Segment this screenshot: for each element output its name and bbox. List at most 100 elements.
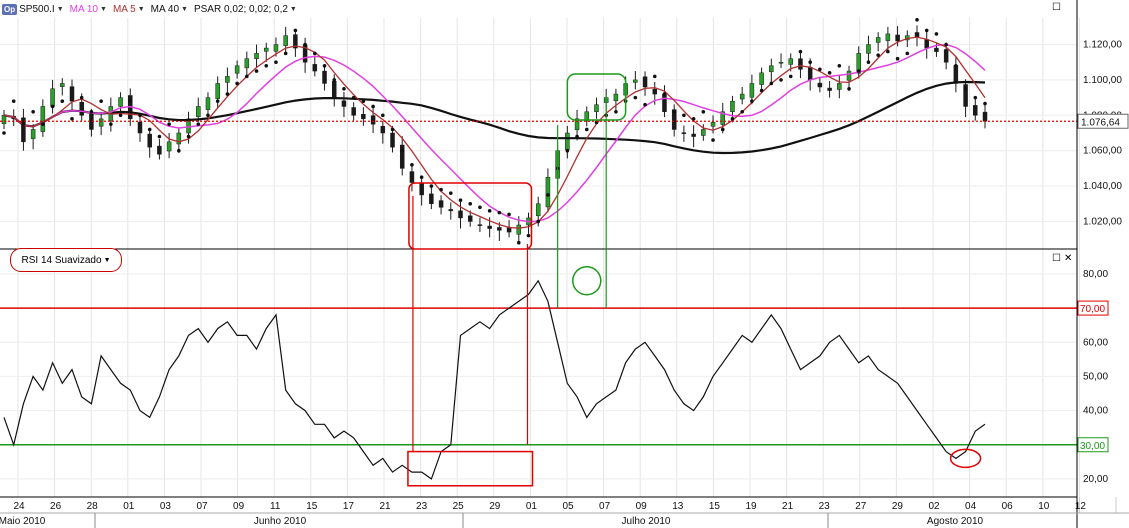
candle-body	[30, 129, 36, 139]
x-tick-label: 26	[50, 501, 62, 512]
psar-dot	[400, 148, 405, 153]
psar-dot	[565, 148, 570, 153]
candle-body	[788, 58, 793, 65]
psar-dot	[303, 42, 307, 47]
x-tick-label: 21	[379, 501, 391, 512]
close-icon[interactable]: ✕	[1064, 253, 1072, 264]
psar-dot	[283, 51, 288, 56]
psar-dot	[769, 81, 774, 86]
candle-body	[924, 39, 929, 49]
ma40-indicator[interactable]: MA 40 ▼	[151, 4, 188, 15]
month-label: Agosto 2010	[927, 516, 984, 527]
candle-body	[273, 44, 279, 52]
candle-body	[283, 35, 288, 46]
symbol-selector[interactable]: SP500.I ▼	[19, 4, 64, 15]
psar-dot	[322, 63, 327, 68]
psar-dot	[643, 102, 647, 107]
candle-body	[565, 132, 570, 150]
candle-body	[69, 86, 75, 102]
psar-dot	[827, 71, 832, 75]
psar-dot	[507, 212, 511, 217]
x-tick-label: 15	[306, 501, 318, 512]
psar-dot	[818, 67, 822, 72]
maximize-icon[interactable]: ☐	[1052, 253, 1061, 264]
psar-dot	[934, 32, 939, 36]
rsi-label: RSI 14 Suavizado	[21, 254, 102, 266]
candle-body	[759, 72, 764, 85]
psar-dot	[21, 122, 26, 126]
psar-dot	[886, 49, 890, 54]
candle-body	[477, 224, 483, 226]
y-tick-label: 1.020,00	[1083, 216, 1122, 227]
caret-down-icon: ▼	[56, 5, 64, 13]
candle-body	[438, 200, 444, 208]
candle-body	[817, 82, 823, 88]
candle-body	[701, 129, 706, 136]
psar-dot	[60, 99, 65, 103]
rsi-y-tick-label: 20,00	[1083, 474, 1108, 485]
x-tick-label: 17	[343, 501, 355, 512]
psar-dot	[837, 63, 842, 68]
psar-dot	[730, 117, 735, 121]
psar-dot	[41, 122, 45, 126]
candle-body	[866, 44, 871, 54]
psar-dot	[429, 184, 434, 188]
x-tick-label: 09	[233, 501, 245, 512]
psar-dot	[293, 28, 298, 33]
ma10-indicator[interactable]: MA 10 ▼	[70, 4, 107, 15]
candle-body	[225, 76, 230, 83]
psar-dot	[274, 60, 278, 65]
psar-dot	[89, 109, 94, 114]
psar-dot	[196, 122, 201, 126]
candle-body	[50, 88, 55, 107]
ma5-indicator[interactable]: MA 5 ▼	[113, 4, 145, 15]
psar-dot	[808, 60, 812, 65]
chart-canvas[interactable]: 24 26 28 01 03 07 09 11 15 17 21 23 25 29 01 05 07 09 13 15…	[0, 0, 1129, 528]
maximize-icon[interactable]: ☐	[1052, 2, 1061, 13]
candle-body	[390, 132, 395, 148]
caret-down-icon: ▼	[100, 5, 107, 13]
rsi-indicator-selector[interactable]: RSI 14 Suavizado ▼	[10, 248, 122, 272]
psar-dot	[915, 17, 919, 22]
candle-body	[89, 113, 94, 130]
candle-body	[254, 53, 259, 59]
psar-dot	[390, 127, 395, 132]
x-tick-label: 19	[745, 501, 757, 512]
rsi-line	[3, 279, 986, 480]
psar-dot	[711, 138, 715, 142]
x-tick-label: 27	[855, 501, 867, 512]
psar-dot	[779, 78, 783, 82]
x-tick-label: 09	[636, 501, 648, 512]
x-tick-label: 07	[599, 501, 611, 512]
psar-dot	[215, 99, 220, 103]
psar-dot	[167, 122, 171, 126]
x-tick-label: 13	[672, 501, 684, 512]
psar-dot	[478, 205, 482, 210]
candle-body	[497, 227, 502, 231]
psar-dot	[419, 175, 424, 180]
psar-dot	[448, 191, 453, 195]
psar-dot	[614, 109, 618, 114]
candle-body	[60, 83, 65, 87]
rsi-y-tick-label: 60,00	[1083, 337, 1108, 348]
psar-dot	[458, 198, 463, 203]
candle-body	[652, 88, 658, 95]
psar-dot	[652, 74, 657, 79]
candle-body	[448, 209, 454, 212]
psar-dot	[254, 69, 259, 73]
x-tick-label: 15	[709, 501, 721, 512]
candle-body	[341, 100, 347, 107]
psar-dot	[50, 104, 55, 109]
candle-body	[137, 121, 143, 134]
chart-toolbar: Op SP500.I ▼ MA 10 ▼ MA 5 ▼ MA 40 ▼ PSAR 0,0…	[0, 0, 297, 18]
candle-body	[594, 104, 599, 113]
psar-indicator[interactable]: PSAR 0,02; 0,02; 0,2 ▼	[194, 4, 297, 15]
psar-dot	[963, 86, 968, 91]
candle-body	[691, 133, 696, 137]
candle-body	[730, 100, 735, 113]
psar-dot	[381, 113, 385, 118]
psar-dot	[788, 74, 793, 79]
candle-body	[516, 224, 522, 235]
candle-body	[613, 93, 619, 102]
psar-dot	[206, 113, 210, 118]
